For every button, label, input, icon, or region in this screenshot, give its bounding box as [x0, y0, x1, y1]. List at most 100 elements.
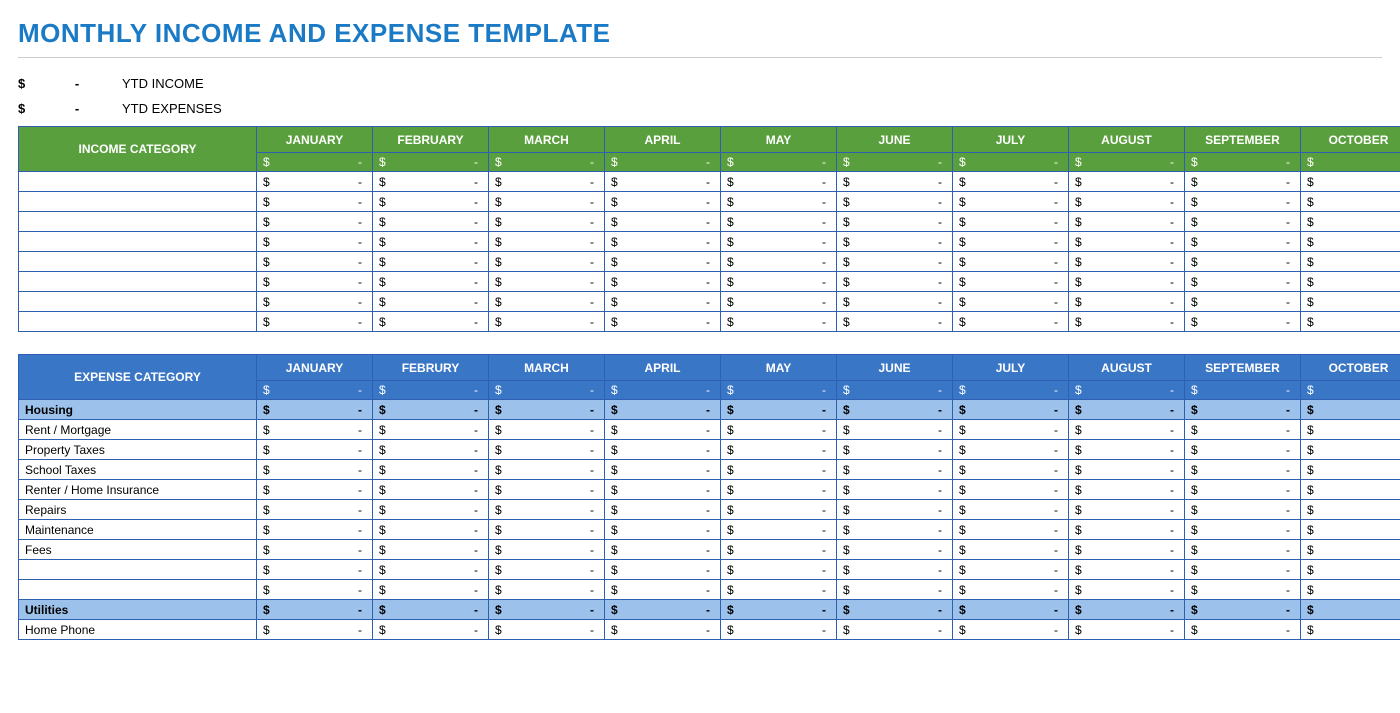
- money-cell[interactable]: $-: [605, 252, 721, 272]
- money-cell[interactable]: $-: [1185, 580, 1301, 600]
- money-cell[interactable]: $-: [953, 172, 1069, 192]
- money-cell[interactable]: $-: [257, 272, 373, 292]
- money-cell[interactable]: $-: [1185, 520, 1301, 540]
- money-cell[interactable]: $-: [373, 232, 489, 252]
- money-cell[interactable]: $-: [1185, 540, 1301, 560]
- money-cell[interactable]: $-: [837, 500, 953, 520]
- money-cell[interactable]: $-: [489, 192, 605, 212]
- expense-category-cell[interactable]: Home Phone: [19, 620, 257, 640]
- money-cell[interactable]: $-: [1069, 172, 1185, 192]
- money-cell[interactable]: $-: [257, 420, 373, 440]
- money-cell[interactable]: $-: [721, 440, 837, 460]
- money-cell[interactable]: $-: [373, 520, 489, 540]
- money-cell[interactable]: $-: [489, 540, 605, 560]
- money-cell[interactable]: $-: [1301, 292, 1400, 312]
- money-cell[interactable]: $-: [721, 252, 837, 272]
- money-cell[interactable]: $-: [1069, 420, 1185, 440]
- money-cell[interactable]: $-: [837, 620, 953, 640]
- money-cell[interactable]: $-: [721, 153, 837, 172]
- money-cell[interactable]: $-: [257, 381, 373, 400]
- money-cell[interactable]: $-: [953, 560, 1069, 580]
- money-cell[interactable]: $-: [953, 480, 1069, 500]
- money-cell[interactable]: $-: [605, 580, 721, 600]
- expense-category-cell[interactable]: Fees: [19, 540, 257, 560]
- money-cell[interactable]: $-: [257, 400, 373, 420]
- money-cell[interactable]: $-: [837, 192, 953, 212]
- money-cell[interactable]: $-: [837, 292, 953, 312]
- money-cell[interactable]: $-: [837, 272, 953, 292]
- money-cell[interactable]: $-: [489, 252, 605, 272]
- money-cell[interactable]: $-: [605, 440, 721, 460]
- money-cell[interactable]: $-: [1185, 192, 1301, 212]
- money-cell[interactable]: $-: [1185, 500, 1301, 520]
- money-cell[interactable]: $-: [605, 600, 721, 620]
- money-cell[interactable]: $-: [953, 212, 1069, 232]
- money-cell[interactable]: $-: [373, 212, 489, 232]
- money-cell[interactable]: $-: [257, 312, 373, 332]
- money-cell[interactable]: $-: [1185, 232, 1301, 252]
- money-cell[interactable]: $-: [953, 580, 1069, 600]
- money-cell[interactable]: $-: [721, 172, 837, 192]
- money-cell[interactable]: $-: [257, 153, 373, 172]
- money-cell[interactable]: $-: [721, 520, 837, 540]
- money-cell[interactable]: $-: [373, 560, 489, 580]
- money-cell[interactable]: $-: [1301, 460, 1400, 480]
- money-cell[interactable]: $-: [837, 600, 953, 620]
- money-cell[interactable]: $-: [1069, 212, 1185, 232]
- money-cell[interactable]: $-: [257, 212, 373, 232]
- money-cell[interactable]: $-: [1185, 420, 1301, 440]
- money-cell[interactable]: $-: [373, 172, 489, 192]
- money-cell[interactable]: $-: [953, 620, 1069, 640]
- money-cell[interactable]: $-: [605, 272, 721, 292]
- money-cell[interactable]: $-: [373, 580, 489, 600]
- expense-category-cell[interactable]: [19, 560, 257, 580]
- income-category-cell[interactable]: [19, 312, 257, 332]
- money-cell[interactable]: $-: [489, 420, 605, 440]
- money-cell[interactable]: $-: [1301, 252, 1400, 272]
- money-cell[interactable]: $-: [373, 292, 489, 312]
- money-cell[interactable]: $-: [837, 460, 953, 480]
- money-cell[interactable]: $-: [489, 460, 605, 480]
- money-cell[interactable]: $-: [373, 460, 489, 480]
- money-cell[interactable]: $-: [837, 153, 953, 172]
- money-cell[interactable]: $-: [1185, 400, 1301, 420]
- money-cell[interactable]: $-: [837, 420, 953, 440]
- money-cell[interactable]: $-: [1301, 153, 1400, 172]
- money-cell[interactable]: $-: [257, 620, 373, 640]
- money-cell[interactable]: $-: [489, 500, 605, 520]
- money-cell[interactable]: $-: [953, 153, 1069, 172]
- money-cell[interactable]: $-: [1069, 292, 1185, 312]
- money-cell[interactable]: $-: [837, 232, 953, 252]
- income-category-cell[interactable]: [19, 252, 257, 272]
- money-cell[interactable]: $-: [1069, 560, 1185, 580]
- money-cell[interactable]: $-: [257, 172, 373, 192]
- money-cell[interactable]: $-: [1069, 272, 1185, 292]
- money-cell[interactable]: $-: [489, 212, 605, 232]
- money-cell[interactable]: $-: [721, 600, 837, 620]
- money-cell[interactable]: $-: [721, 381, 837, 400]
- money-cell[interactable]: $-: [1069, 620, 1185, 640]
- money-cell[interactable]: $-: [1301, 540, 1400, 560]
- money-cell[interactable]: $-: [1185, 153, 1301, 172]
- money-cell[interactable]: $-: [257, 540, 373, 560]
- money-cell[interactable]: $-: [489, 520, 605, 540]
- income-category-cell[interactable]: [19, 232, 257, 252]
- money-cell[interactable]: $-: [837, 252, 953, 272]
- expense-category-cell[interactable]: Property Taxes: [19, 440, 257, 460]
- money-cell[interactable]: $-: [1069, 252, 1185, 272]
- money-cell[interactable]: $-: [1069, 400, 1185, 420]
- money-cell[interactable]: $-: [953, 420, 1069, 440]
- money-cell[interactable]: $-: [1301, 172, 1400, 192]
- expense-category-cell[interactable]: Maintenance: [19, 520, 257, 540]
- money-cell[interactable]: $-: [489, 312, 605, 332]
- money-cell[interactable]: $-: [605, 292, 721, 312]
- money-cell[interactable]: $-: [837, 560, 953, 580]
- money-cell[interactable]: $-: [953, 312, 1069, 332]
- money-cell[interactable]: $-: [1185, 172, 1301, 192]
- money-cell[interactable]: $-: [1069, 312, 1185, 332]
- money-cell[interactable]: $-: [721, 420, 837, 440]
- money-cell[interactable]: $-: [837, 312, 953, 332]
- money-cell[interactable]: $-: [489, 272, 605, 292]
- money-cell[interactable]: $-: [605, 500, 721, 520]
- money-cell[interactable]: $-: [257, 232, 373, 252]
